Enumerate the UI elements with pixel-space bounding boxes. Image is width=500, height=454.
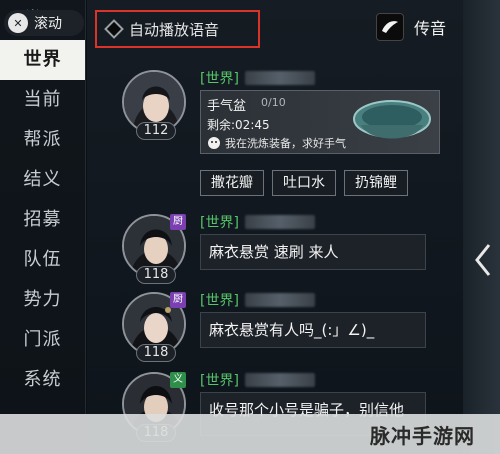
auto-play-voice-toggle[interactable]: 自动播放语音: [95, 10, 260, 48]
channel-tag-world: [世界]: [200, 373, 239, 389]
auto-play-voice-label: 自动播放语音: [129, 20, 220, 39]
close-x-icon: ✕: [8, 13, 28, 33]
channel-tab-system[interactable]: 系统: [0, 360, 85, 400]
card-status: 我在洗炼装备，求好手气: [207, 135, 346, 151]
level-badge: 112: [136, 122, 176, 140]
message-bubble: 麻衣悬赏有人吗_(:」∠)_: [200, 312, 426, 348]
voice-message-button[interactable]: 传音: [376, 12, 456, 42]
blurred-player-name: [244, 293, 315, 307]
channel-tag-world: [世界]: [200, 71, 239, 87]
throw-koi-button[interactable]: 扔锦鲤: [344, 170, 408, 196]
blurred-player-name: [244, 215, 315, 229]
voice-message-label: 传音: [414, 19, 447, 38]
channel-tab-sworn[interactable]: 结义: [0, 160, 85, 200]
checkbox-diamond-icon[interactable]: [104, 19, 124, 39]
role-tag: 厨: [170, 214, 186, 230]
collapse-panel-button[interactable]: [472, 240, 494, 280]
blurred-player-name: [244, 373, 315, 387]
channel-sidebar: 常用 世界 当前 帮派 结义 招募 队伍 势力 门派 系统: [0, 0, 86, 414]
level-badge: 118: [136, 344, 176, 362]
channel-tab-guild[interactable]: 帮派: [0, 120, 85, 160]
auto-scroll-label: 滚动: [34, 16, 62, 32]
level-badge: 118: [136, 266, 176, 284]
card-title: 手气盆: [207, 99, 247, 114]
card-status-text: 我在洗炼装备，求好手气: [225, 137, 346, 150]
channel-tag-world: [世界]: [200, 293, 239, 309]
bowl-icon: [353, 100, 431, 139]
channel-tab-team[interactable]: 队伍: [0, 240, 85, 280]
role-tag: 义: [170, 372, 186, 388]
spit-button[interactable]: 吐口水: [272, 170, 336, 196]
auto-scroll-toggle[interactable]: ✕ 滚动: [4, 10, 84, 36]
channel-tag-world: [世界]: [200, 215, 239, 231]
channel-tab-faction[interactable]: 势力: [0, 280, 85, 320]
chevron-left-icon: [475, 244, 491, 276]
card-remaining-time: 剩余:02:45: [207, 118, 270, 132]
voice-wing-icon: [376, 13, 404, 41]
channel-tab-world[interactable]: 世界: [0, 40, 85, 80]
lucky-bowl-card[interactable]: 手气盆 0/10 剩余:02:45 我在洗炼装备，求好手气: [200, 90, 440, 154]
channel-tab-recruit[interactable]: 招募: [0, 200, 85, 240]
card-actions: 撒花瓣 吐口水 扔锦鲤: [200, 170, 408, 196]
watermark-text: 脉冲手游网: [370, 424, 475, 448]
ghost-face-icon: [208, 137, 220, 149]
blurred-player-name: [244, 71, 315, 85]
role-tag: 厨: [170, 292, 186, 308]
message-bubble: 麻衣悬赏 速刷 来人: [200, 234, 426, 270]
channel-tab-current[interactable]: 当前: [0, 80, 85, 120]
channel-tab-sect[interactable]: 门派: [0, 320, 85, 360]
scatter-petals-button[interactable]: 撒花瓣: [200, 170, 264, 196]
right-edge-strip: [463, 0, 500, 454]
card-count: 0/10: [261, 96, 286, 109]
